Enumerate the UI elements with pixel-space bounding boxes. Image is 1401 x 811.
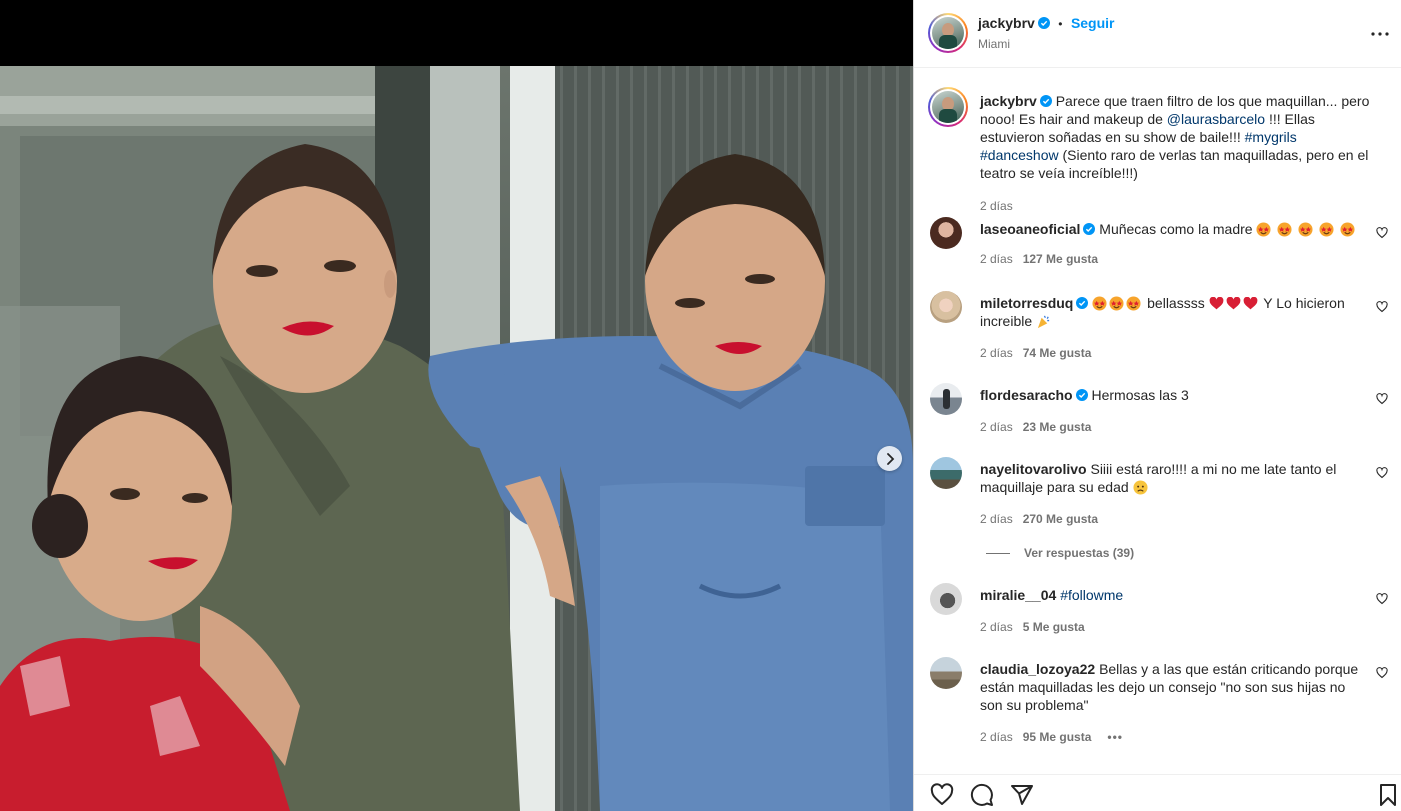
star-eyes-emoji-icon <box>1298 222 1313 237</box>
commenter-username[interactable]: miletorresduq <box>980 295 1073 311</box>
star-eyes-emoji-icon <box>1340 222 1355 237</box>
comment-text: Hermosas las 3 <box>1091 387 1189 403</box>
commenter-avatar[interactable] <box>930 217 962 249</box>
commenter-avatar[interactable] <box>930 583 962 615</box>
comment-time[interactable]: 2 días <box>980 420 1013 434</box>
commenter-username[interactable]: miralie__04 <box>980 587 1056 603</box>
hashtag-link[interactable]: #mygrils <box>1245 129 1297 145</box>
bookmark-icon[interactable] <box>1376 783 1400 807</box>
post-media <box>0 0 913 811</box>
post-header: jackybrv • Seguir Miami <box>914 0 1401 68</box>
comment-time[interactable]: 2 días <box>980 346 1013 360</box>
commenter-username[interactable]: nayelitovarolivo <box>980 461 1087 477</box>
chevron-right-icon <box>886 452 894 465</box>
post-photo[interactable] <box>0 66 913 811</box>
commenter-avatar[interactable] <box>930 383 962 415</box>
commenter-avatar[interactable] <box>930 291 962 323</box>
view-replies-button[interactable]: Ver respuestas (39) <box>986 546 1134 560</box>
party-popper-emoji-icon <box>1037 315 1050 329</box>
comment-icon[interactable] <box>970 783 994 807</box>
comment-likes[interactable]: 74 Me gusta <box>1023 346 1092 360</box>
star-eyes-emoji-icon <box>1092 296 1107 311</box>
heart-emoji-icon <box>1243 297 1257 310</box>
comment-time[interactable]: 2 días <box>980 620 1013 634</box>
comment-item: laseoaneoficial Muñecas como la madre 2 … <box>930 217 1390 273</box>
commenter-avatar[interactable] <box>930 457 962 489</box>
comment-item: nayelitovarolivo Siiii está raro!!!! a m… <box>930 457 1390 529</box>
comment-time[interactable]: 2 días <box>980 730 1013 744</box>
view-replies-label: Ver respuestas (39) <box>1024 546 1135 560</box>
comment-time[interactable]: 2 días <box>980 252 1013 266</box>
separator-dot: • <box>1058 17 1063 31</box>
share-icon[interactable] <box>1010 783 1034 807</box>
comment-likes[interactable]: 23 Me gusta <box>1023 420 1092 434</box>
star-eyes-emoji-icon <box>1319 222 1334 237</box>
comments-section: jackybrv Parece que traen filtro de los … <box>914 69 1401 774</box>
comment-text: bellassss <box>1147 295 1205 311</box>
heart-icon[interactable] <box>930 783 954 807</box>
mention-link[interactable]: @laurasbarcelo <box>1167 111 1265 127</box>
star-eyes-emoji-icon <box>1277 222 1292 237</box>
caption-avatar[interactable] <box>928 87 968 127</box>
like-comment-heart-icon[interactable] <box>1376 227 1388 239</box>
caption-time[interactable]: 2 días <box>980 199 1013 213</box>
author-username[interactable]: jackybrv <box>978 15 1035 31</box>
like-comment-heart-icon[interactable] <box>1376 393 1388 405</box>
post-actions-bar <box>914 774 1401 811</box>
comment-time[interactable]: 2 días <box>980 512 1013 526</box>
commenter-username[interactable]: flordesaracho <box>980 387 1073 403</box>
follow-button[interactable]: Seguir <box>1071 15 1115 31</box>
like-comment-heart-icon[interactable] <box>1376 593 1388 605</box>
star-eyes-emoji-icon <box>1126 296 1141 311</box>
comment-item: miletorresduq bellassss Y Lo hicieron in… <box>930 291 1390 363</box>
comment-text: Muñecas como la madre <box>1099 221 1253 237</box>
hashtag-link[interactable]: #danceshow <box>980 147 1059 163</box>
comment-item: miralie__04 #followme 2 días 5 Me gusta <box>930 583 1390 639</box>
verified-badge-icon <box>1075 389 1088 401</box>
next-photo-button[interactable] <box>877 446 902 471</box>
comment-item: claudia_lozoya22 Bellas y a las que está… <box>930 657 1390 747</box>
post-caption: jackybrv Parece que traen filtro de los … <box>928 87 1390 213</box>
like-comment-heart-icon[interactable] <box>1376 667 1388 679</box>
comment-item: flordesaracho Hermosas las 3 2 días 23 Me… <box>930 383 1390 439</box>
star-eyes-emoji-group <box>1256 221 1357 237</box>
verified-badge-icon <box>1076 297 1089 309</box>
comment-likes[interactable]: 127 Me gusta <box>1023 252 1098 266</box>
like-comment-heart-icon[interactable] <box>1376 301 1388 313</box>
author-avatar[interactable] <box>928 13 968 53</box>
caption-username[interactable]: jackybrv <box>980 93 1037 109</box>
comment-likes[interactable]: 95 Me gusta <box>1023 730 1092 744</box>
heart-emoji-icon <box>1226 297 1240 310</box>
commenter-avatar[interactable] <box>930 657 962 689</box>
instagram-post-view: jackybrv • Seguir Miami jackybrv Parece … <box>0 0 1401 811</box>
verified-badge-icon <box>1037 17 1050 29</box>
like-comment-heart-icon[interactable] <box>1376 467 1388 479</box>
verified-badge-icon <box>1039 95 1052 107</box>
heart-emoji-icon <box>1209 297 1223 310</box>
post-side-panel: jackybrv • Seguir Miami jackybrv Parece … <box>913 0 1401 811</box>
more-options-button[interactable] <box>1368 22 1392 51</box>
comment-likes[interactable]: 5 Me gusta <box>1023 620 1085 634</box>
post-location[interactable]: Miami <box>978 37 1010 51</box>
star-eyes-emoji-icon <box>1256 222 1271 237</box>
comment-likes[interactable]: 270 Me gusta <box>1023 512 1098 526</box>
worried-emoji-icon <box>1133 480 1148 495</box>
star-eyes-emoji-icon <box>1109 296 1124 311</box>
verified-badge-icon <box>1083 223 1096 235</box>
comment-options-button[interactable]: ••• <box>1107 730 1123 744</box>
hashtag-link[interactable]: #followme <box>1060 587 1123 603</box>
replies-divider <box>986 553 1010 555</box>
more-options-icon <box>1371 32 1389 36</box>
commenter-username[interactable]: claudia_lozoya22 <box>980 661 1095 677</box>
commenter-username[interactable]: laseoaneoficial <box>980 221 1080 237</box>
